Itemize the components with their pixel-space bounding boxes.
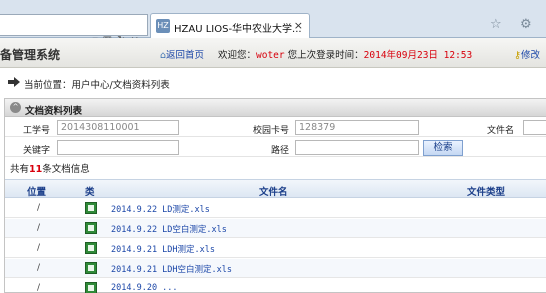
system-title: 备管理系统 <box>0 48 61 62</box>
search-button[interactable]: 检索 <box>423 140 463 156</box>
file-link[interactable]: 2014.9.22 LD空白测定.xls <box>111 223 227 235</box>
arrow-right-icon <box>8 77 20 87</box>
filename-label: 文件名 <box>487 126 515 136</box>
site-favicon-icon: HZ <box>156 19 170 33</box>
panel-title: 文档资料列表 <box>25 106 83 117</box>
address-bar[interactable]: ⌕ ▾ ▦ ↻ × <box>0 14 148 46</box>
app-header: 备管理系统 ⌂返回首页 欢迎您：woter 您上次登录时间：2014年09月23… <box>0 38 546 68</box>
column-header-filename[interactable]: 文件名 <box>259 184 288 198</box>
row-position: / <box>37 243 41 253</box>
collapse-icon[interactable]: ^ <box>10 102 21 113</box>
table-row[interactable]: / 2014.9.22 LD空白测定.xls <box>5 219 546 238</box>
tab-close-icon[interactable]: × <box>294 19 303 32</box>
panel-header: ^ 文档资料列表 <box>5 99 546 117</box>
keyword-field[interactable] <box>57 140 179 155</box>
column-header-type[interactable]: 类 <box>85 184 95 198</box>
home-link-label: 返回首页 <box>166 50 205 61</box>
row-position: / <box>37 263 41 273</box>
table-header: 位置 类 文件名 文件类型 <box>5 179 546 198</box>
path-field[interactable] <box>295 140 419 155</box>
table-row[interactable]: / 2014.9.21 LDH空白测定.xls <box>5 259 546 278</box>
welcome-message: 欢迎您：woter 您上次登录时间：2014年09月23日 12:53 <box>218 47 472 61</box>
campus-card-label: 校园卡号 <box>253 126 290 136</box>
breadcrumb: 当前位置：用户中心/文档资料列表 <box>0 68 546 98</box>
row-position: / <box>37 283 41 293</box>
count-number: 11 <box>29 164 43 175</box>
last-login-label: 您上次登录时间： <box>287 50 364 61</box>
count-prefix: 共有 <box>10 164 30 175</box>
employee-no-label: 工学号 <box>23 126 51 136</box>
filename-field[interactable] <box>523 120 546 135</box>
column-header-filetype[interactable]: 文件类型 <box>467 184 505 198</box>
excel-file-icon <box>85 262 97 274</box>
employee-no-field[interactable]: 2014308110001 <box>57 120 179 135</box>
excel-file-icon <box>85 202 97 214</box>
column-header-position[interactable]: 位置 <box>27 184 46 198</box>
row-position: / <box>37 223 41 233</box>
key-icon: ⚷ <box>514 50 521 61</box>
tab-title: HZAU LIOS-华中农业大学... <box>174 24 302 35</box>
current-user: woter <box>256 50 285 61</box>
table-row[interactable]: / 2014.9.20 ... <box>5 279 546 293</box>
file-link[interactable]: 2014.9.22 LD测定.xls <box>111 203 210 215</box>
table-row[interactable]: / 2014.9.22 LD测定.xls <box>5 199 546 218</box>
filter-row-2: 关键字 路径 检索 <box>5 138 546 157</box>
welcome-prefix: 欢迎您： <box>218 50 257 61</box>
filter-row-1: 工学号 2014308110001 校园卡号 128379 文件名 <box>5 118 546 137</box>
excel-file-icon <box>85 242 97 254</box>
modify-link[interactable]: ⚷修改 <box>514 47 540 61</box>
document-count: 共有11条文档信息 <box>10 161 90 175</box>
home-link[interactable]: ⌂返回首页 <box>160 47 204 61</box>
last-login-time: 2014年09月23日 12:53 <box>363 50 473 61</box>
excel-file-icon <box>85 282 97 293</box>
file-link[interactable]: 2014.9.21 LDH空白测定.xls <box>111 263 232 275</box>
favorites-star-icon[interactable]: ☆ <box>490 17 506 33</box>
browser-tab[interactable]: HZ HZAU LIOS-华中农业大学... × <box>150 13 310 38</box>
settings-gear-icon[interactable]: ⚙ <box>520 17 536 33</box>
count-suffix: 条文档信息 <box>42 164 90 175</box>
breadcrumb-text: 当前位置：用户中心/文档资料列表 <box>24 80 170 91</box>
document-panel: ^ 文档资料列表 工学号 2014308110001 校园卡号 128379 文… <box>4 98 546 293</box>
excel-file-icon <box>85 222 97 234</box>
campus-card-field[interactable]: 128379 <box>295 120 419 135</box>
file-link[interactable]: 2014.9.21 LDH测定.xls <box>111 243 215 255</box>
table-row[interactable]: / 2014.9.21 LDH测定.xls <box>5 239 546 258</box>
path-label: 路径 <box>271 146 290 156</box>
browser-chrome: ⌕ ▾ ▦ ↻ × HZ HZAU LIOS-华中农业大学... × ☆ ⚙ <box>0 0 546 46</box>
modify-link-label: 修改 <box>520 50 540 61</box>
keyword-label: 关键字 <box>23 146 51 156</box>
file-link[interactable]: 2014.9.20 ... <box>111 283 178 293</box>
row-position: / <box>37 203 41 213</box>
